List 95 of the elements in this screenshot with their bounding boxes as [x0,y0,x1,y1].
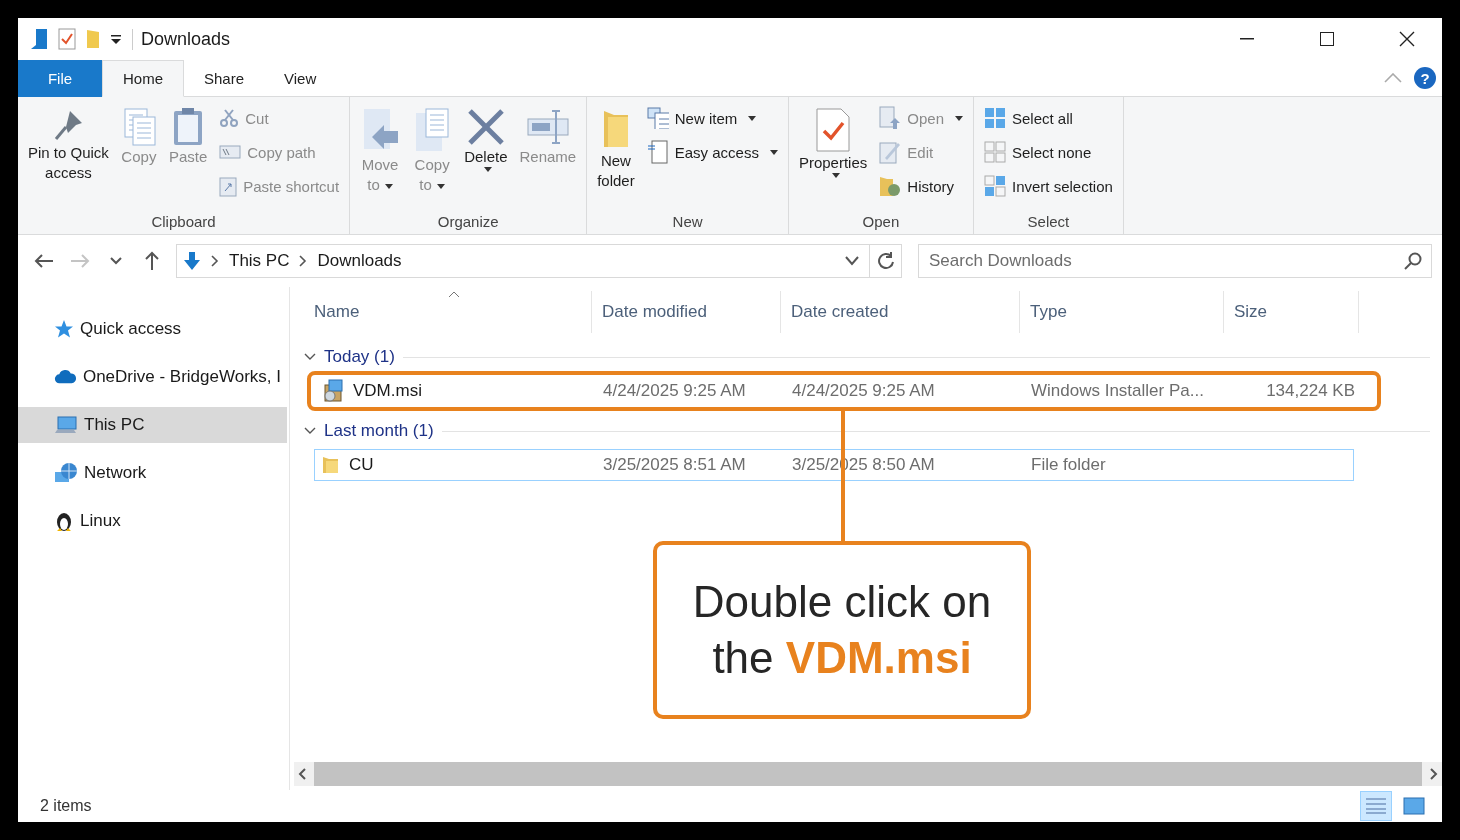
ribbon-button[interactable]: Select none [980,137,1117,167]
back-arrow-icon [34,253,54,269]
sort-icon [447,291,460,298]
address-bar[interactable]: This PC Downloads [176,244,902,278]
ribbon-button[interactable]: New item [642,103,782,133]
ribbon-button[interactable]: New folder [593,103,639,195]
star-icon [54,319,74,339]
search-field[interactable]: Search Downloads [918,244,1432,278]
column-header[interactable]: Type [1020,291,1224,333]
maximize-icon [1320,32,1334,46]
invert-grid-icon [984,175,1006,197]
table-cell-text: 3/25/2025 8:51 AM [602,455,747,475]
path-icon [219,144,242,160]
pencil-document-icon [879,140,902,164]
chevron-right-icon [211,255,219,267]
group-label: Open [861,213,901,230]
callout-text: Double click on the VDM.msi [691,576,993,684]
minimize-icon [1240,38,1254,40]
file-name: CU [349,455,374,475]
chevron-down-icon [304,353,316,361]
ribbon-tab[interactable]: Share [184,60,265,97]
table-cell-text: 4/24/2025 9:25 AM [602,381,747,401]
shortcut-icon [219,175,238,197]
ribbon-button[interactable]: Invert selection [980,171,1117,201]
breadcrumb[interactable]: Downloads [317,251,402,271]
horizontal-scrollbar[interactable] [294,762,1442,786]
history-icon [879,174,902,198]
ribbon-button[interactable]: Select all [980,103,1117,133]
scroll-right-icon [1430,768,1438,780]
table-cell-text: 4/24/2025 9:25 AM [791,381,936,401]
column-header[interactable]: Name [304,291,592,333]
open-icon [879,106,902,130]
sidebar-item[interactable]: Network [18,455,287,491]
network-icon [54,462,78,484]
column-header[interactable]: Date modified [592,291,781,333]
table-cell-text: File folder [1030,455,1107,475]
refresh-icon [876,252,895,270]
group-label: Clipboard [150,213,217,230]
chevron-up-icon [1384,73,1402,83]
help-button[interactable]: ? [1414,67,1436,89]
sidebar-item[interactable]: OneDrive - BridgeWorks, I [18,359,287,395]
ribbon-tab[interactable]: View [264,60,337,97]
cloud-icon [54,368,77,386]
ribbon-button[interactable]: Delete [460,103,512,176]
ribbon-button[interactable]: Pin to Quick access [24,103,113,187]
download-arrow-icon [183,251,201,271]
file-name: VDM.msi [353,381,422,401]
file-row[interactable]: VDM.msi 4/24/2025 9:25 AM 4/24/2025 9:25 AM Windows Installer Pa... 134,224 KB [314,375,1354,407]
document-icon [646,140,669,164]
installer-icon [321,379,345,403]
breadcrumb[interactable]: This PC [229,251,290,271]
column-header[interactable]: Date created [781,291,1020,333]
group-header[interactable]: Today (1) [304,339,1430,375]
sidebar-item[interactable]: Linux [18,503,287,539]
ribbon-tab[interactable]: Home [102,60,184,97]
up-arrow-icon [144,251,160,271]
column-header[interactable]: Size [1224,291,1359,333]
window-title: Downloads [132,28,231,50]
sidebar-item[interactable]: This PC [18,407,287,443]
grid-icon [984,107,1006,129]
group-label: Organize [436,213,500,230]
new-item-icon [646,107,669,129]
ribbon-button[interactable]: Easy access [642,137,782,167]
ribbon-button[interactable]: Properties [794,103,872,182]
group-header[interactable]: Last month (1) [304,413,1430,449]
chevron-down-icon [110,257,122,265]
group-label: Select [1026,213,1071,230]
close-icon [1399,31,1415,47]
details-view-icon [1365,797,1387,815]
folder-icon [86,29,100,49]
sidebar-item[interactable]: Quick access [18,311,287,347]
folder-icon [321,455,341,475]
forward-arrow-icon [70,253,90,269]
search-icon [1404,252,1422,270]
empty-grid-icon [984,141,1006,163]
scissors-icon [219,108,240,128]
ribbon-button[interactable]: History [875,171,967,201]
checkmark-document-icon [815,107,852,153]
scroll-left-icon [298,768,306,780]
checkmark-document-icon [58,28,76,50]
chevron-right-icon [299,255,308,267]
rename-icon [525,107,570,147]
table-cell-text: 134,224 KB [1265,381,1355,401]
dropdown-icon [110,33,122,45]
view-button[interactable] [1360,791,1392,821]
computer-icon [54,415,78,435]
large-icons-view-icon [1403,797,1425,815]
app-icon [30,28,48,50]
group-label: New [671,213,704,230]
file-menu-tab[interactable]: File [18,60,102,97]
x-icon [465,107,506,147]
chevron-down-icon [304,427,316,435]
table-cell-text: Windows Installer Pa... [1030,381,1205,401]
chevron-down-icon [845,256,859,266]
item-count: 2 items [40,797,92,815]
